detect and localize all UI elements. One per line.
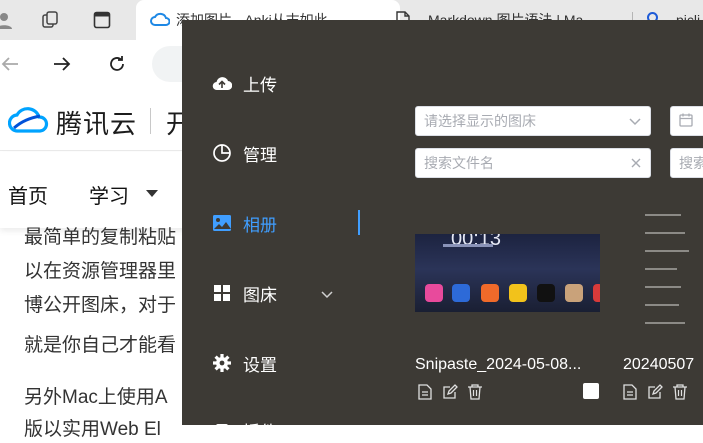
menu-plugins[interactable]: 插件 (212, 418, 277, 442)
phone-clock-text: 00:13 (451, 234, 502, 250)
picgo-window: 上传 管理 相册 图床 设置 插件 请选择显示的图床 搜索文件名 搜索 00:1… (182, 20, 703, 442)
image-thumbnail[interactable]: 00:13 (415, 234, 600, 312)
collections-icon[interactable] (40, 10, 60, 30)
document-icon[interactable] (622, 384, 638, 400)
search-input-placeholder: 搜索文件名 (424, 155, 494, 171)
article-line: 以在资源管理器里 (24, 261, 177, 282)
trash-icon[interactable] (467, 384, 483, 400)
tab-actions-icon[interactable] (92, 10, 112, 30)
close-icon[interactable] (630, 156, 642, 173)
forward-arrow-icon[interactable] (48, 50, 76, 78)
logo-text: 腾讯云 (56, 109, 138, 139)
picbed-select[interactable]: 请选择显示的图床 (415, 106, 651, 136)
plugin-icon (212, 420, 232, 440)
menu-label: 上传 (243, 75, 277, 95)
picbed-select-placeholder: 请选择显示的图床 (424, 113, 536, 129)
active-indicator (358, 210, 360, 235)
article-line: 另外Mac上使用A (24, 387, 168, 408)
gear-icon (212, 353, 232, 373)
edit-icon[interactable] (442, 384, 458, 400)
back-arrow-icon[interactable] (0, 50, 24, 78)
date-picker[interactable] (670, 106, 703, 136)
menu-label: 管理 (243, 145, 277, 165)
menu-label: 图床 (243, 285, 277, 305)
picture-icon (212, 213, 232, 233)
document-icon[interactable] (417, 384, 433, 400)
menu-label: 相册 (243, 215, 277, 235)
search-input[interactable]: 搜索文件名 (415, 148, 651, 178)
refresh-icon[interactable] (103, 50, 131, 78)
grid-icon (212, 283, 232, 303)
trash-icon[interactable] (672, 384, 688, 400)
chevron-down-icon[interactable] (321, 286, 333, 304)
search-input-placeholder: 搜索 (679, 155, 703, 171)
menu-picbed[interactable]: 图床 (212, 281, 277, 305)
picgo-sidebar: 上传 管理 相册 图床 设置 插件 (182, 20, 368, 442)
menu-settings[interactable]: 设置 (212, 351, 277, 375)
chevron-down-icon (628, 114, 642, 131)
menu-label: 设置 (243, 355, 277, 375)
select-checkbox[interactable] (583, 383, 599, 399)
profile-avatar-icon[interactable] (0, 10, 14, 30)
nav-learn[interactable]: 学习 (89, 180, 129, 209)
search-input-secondary[interactable]: 搜索 (670, 148, 703, 178)
edit-icon[interactable] (647, 384, 663, 400)
article-line: 就是你自己才能看 (24, 335, 177, 356)
article-line: 最简单的复制粘贴 (24, 227, 177, 248)
menu-album[interactable]: 相册 (212, 211, 277, 235)
image-thumbnail[interactable] (623, 204, 703, 344)
image-filename: 20240507 (623, 356, 695, 373)
article-line: 博公开图床，对于 (24, 295, 177, 316)
chevron-down-icon[interactable] (146, 190, 158, 197)
header-divider (150, 108, 151, 134)
menu-label: 插件 (243, 422, 277, 442)
pie-chart-icon (212, 143, 232, 163)
site-logo[interactable]: 腾讯云 (7, 104, 138, 141)
article-line: 版以实用Web El (24, 419, 161, 440)
nav-home[interactable]: 首页 (8, 180, 48, 209)
menu-manage[interactable]: 管理 (212, 141, 277, 165)
menu-upload[interactable]: 上传 (212, 71, 277, 95)
tencent-cloud-logo-icon (7, 106, 50, 139)
cloud-upload-icon (212, 73, 232, 93)
calendar-icon (679, 113, 693, 130)
cloud-logo-icon (150, 12, 171, 29)
image-filename: Snipaste_2024-05-08... (415, 356, 582, 373)
